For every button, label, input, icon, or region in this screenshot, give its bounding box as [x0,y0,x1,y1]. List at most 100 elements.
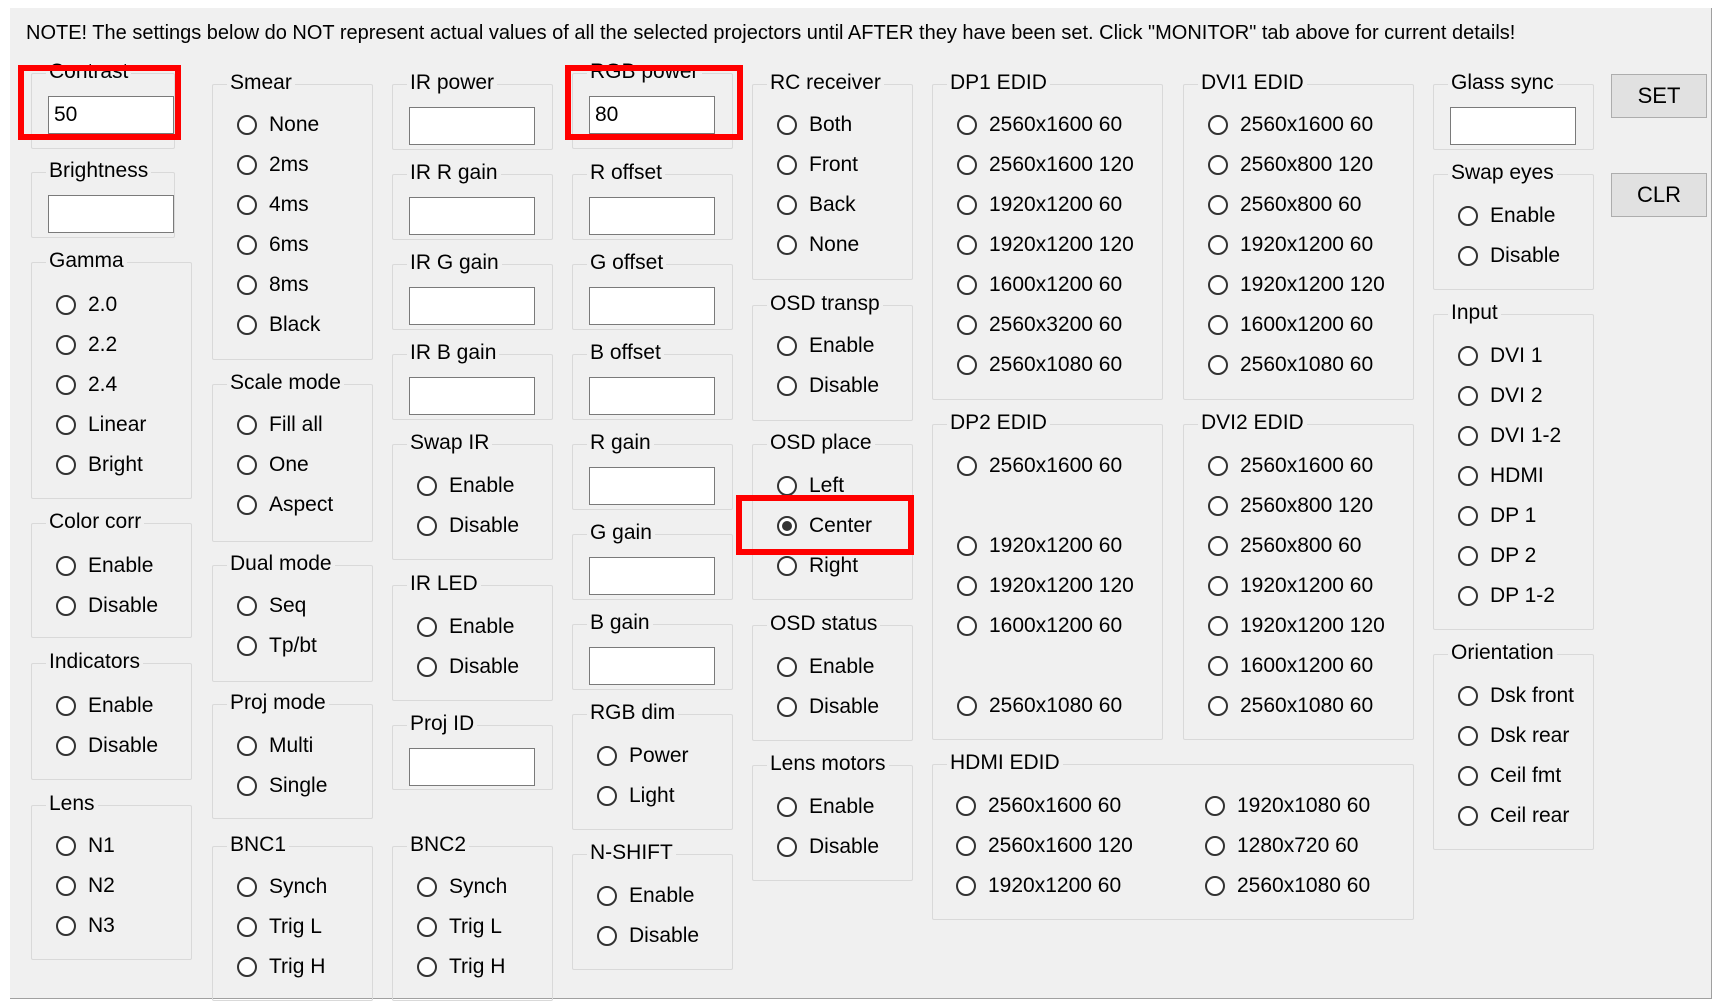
radio-circle-icon[interactable] [956,876,976,896]
radio-circle-icon[interactable] [237,155,257,175]
radio-circle-icon[interactable] [1208,616,1228,636]
radio-circle-icon[interactable] [957,536,977,556]
rc-receiver-option-front[interactable]: Front [777,149,858,181]
dvi2-edid-option-2560x1600-60[interactable]: 2560x1600 60 [1208,450,1373,482]
radio-circle-icon[interactable] [417,657,437,677]
radio-circle-icon[interactable] [1208,115,1228,135]
smear-option-6ms[interactable]: 6ms [237,229,309,261]
set-button[interactable]: SET [1611,74,1707,118]
osd-place-option-center[interactable]: Center [777,510,872,542]
radio-circle-icon[interactable] [1208,315,1228,335]
radio-circle-icon[interactable] [417,957,437,977]
orientation-option-dsk-rear[interactable]: Dsk rear [1458,720,1569,752]
radio-circle-icon[interactable] [1458,426,1478,446]
radio-circle-icon[interactable] [956,836,976,856]
radio-circle-icon[interactable] [1458,726,1478,746]
r-gain-input[interactable] [589,467,715,505]
b-gain-input[interactable] [589,647,715,685]
radio-circle-icon[interactable] [237,636,257,656]
radio-selected-icon[interactable] [777,516,797,536]
osd-transp-option-disable[interactable]: Disable [777,370,879,402]
radio-circle-icon[interactable] [56,455,76,475]
radio-circle-icon[interactable] [957,195,977,215]
dvi1-edid-option-2560x1600-60[interactable]: 2560x1600 60 [1208,109,1373,141]
swap-eyes-option-disable[interactable]: Disable [1458,240,1560,272]
radio-circle-icon[interactable] [957,616,977,636]
radio-circle-icon[interactable] [777,235,797,255]
input-option-dp-2[interactable]: DP 2 [1458,540,1536,572]
dp2-edid-option-2560x1080-60[interactable]: 2560x1080 60 [957,690,1122,722]
radio-circle-icon[interactable] [56,876,76,896]
input-option-dp-1[interactable]: DP 1 [1458,500,1536,532]
radio-circle-icon[interactable] [1208,576,1228,596]
gamma-option-2-4[interactable]: 2.4 [56,369,117,401]
orientation-option-dsk-front[interactable]: Dsk front [1458,680,1574,712]
ir-r-gain-input[interactable] [409,197,535,235]
radio-circle-icon[interactable] [1208,355,1228,375]
radio-circle-icon[interactable] [777,336,797,356]
lens-option-n1[interactable]: N1 [56,830,115,862]
radio-circle-icon[interactable] [777,657,797,677]
radio-circle-icon[interactable] [417,476,437,496]
osd-transp-option-enable[interactable]: Enable [777,330,874,362]
lens-option-n3[interactable]: N3 [56,910,115,942]
osd-place-option-left[interactable]: Left [777,470,844,502]
radio-circle-icon[interactable] [56,295,76,315]
hdmi-edid-option-2560x1600-60[interactable]: 2560x1600 60 [956,790,1121,822]
radio-circle-icon[interactable] [1458,346,1478,366]
color-corr-option-enable[interactable]: Enable [56,550,153,582]
ir-g-gain-input[interactable] [409,287,535,325]
radio-circle-icon[interactable] [956,796,976,816]
radio-circle-icon[interactable] [56,375,76,395]
dp1-edid-option-1920x1200-60[interactable]: 1920x1200 60 [957,189,1122,221]
dvi2-edid-option-2560x1080-60[interactable]: 2560x1080 60 [1208,690,1373,722]
bnc1-option-trig-h[interactable]: Trig H [237,951,325,983]
ir-b-gain-input[interactable] [409,377,535,415]
smear-option-black[interactable]: Black [237,309,320,341]
radio-circle-icon[interactable] [1458,206,1478,226]
scale-mode-option-one[interactable]: One [237,449,309,481]
dual-mode-option-seq[interactable]: Seq [237,590,306,622]
radio-circle-icon[interactable] [777,115,797,135]
gamma-option-2-2[interactable]: 2.2 [56,329,117,361]
hdmi-edid-option-2560x1600-120[interactable]: 2560x1600 120 [956,830,1133,862]
n-shift-option-disable[interactable]: Disable [597,920,699,952]
radio-circle-icon[interactable] [1208,275,1228,295]
clr-button[interactable]: CLR [1611,173,1707,217]
radio-circle-icon[interactable] [597,786,617,806]
radio-circle-icon[interactable] [597,746,617,766]
radio-circle-icon[interactable] [237,776,257,796]
radio-circle-icon[interactable] [1458,246,1478,266]
dvi1-edid-option-1600x1200-60[interactable]: 1600x1200 60 [1208,309,1373,341]
rgb-dim-option-power[interactable]: Power [597,740,689,772]
radio-circle-icon[interactable] [237,415,257,435]
input-option-dp-1-2[interactable]: DP 1-2 [1458,580,1555,612]
radio-circle-icon[interactable] [417,516,437,536]
lens-option-n2[interactable]: N2 [56,870,115,902]
input-option-dvi-2[interactable]: DVI 2 [1458,380,1543,412]
radio-circle-icon[interactable] [777,556,797,576]
radio-circle-icon[interactable] [1458,546,1478,566]
radio-circle-icon[interactable] [237,917,257,937]
radio-circle-icon[interactable] [1205,836,1225,856]
smear-option-none[interactable]: None [237,109,319,141]
smear-option-2ms[interactable]: 2ms [237,149,309,181]
bnc1-option-synch[interactable]: Synch [237,871,327,903]
radio-circle-icon[interactable] [777,697,797,717]
dp2-edid-option-1920x1200-120[interactable]: 1920x1200 120 [957,570,1134,602]
indicators-option-disable[interactable]: Disable [56,730,158,762]
radio-circle-icon[interactable] [56,736,76,756]
osd-status-option-enable[interactable]: Enable [777,651,874,683]
dvi2-edid-option-1600x1200-60[interactable]: 1600x1200 60 [1208,650,1373,682]
radio-circle-icon[interactable] [777,837,797,857]
dvi2-edid-option-2560x800-120[interactable]: 2560x800 120 [1208,490,1373,522]
radio-circle-icon[interactable] [237,736,257,756]
bnc1-option-trig-l[interactable]: Trig L [237,911,322,943]
radio-circle-icon[interactable] [237,957,257,977]
rgb-dim-option-light[interactable]: Light [597,780,675,812]
indicators-option-enable[interactable]: Enable [56,690,153,722]
proj-mode-option-single[interactable]: Single [237,770,327,802]
radio-circle-icon[interactable] [957,275,977,295]
dual-mode-option-tp-bt[interactable]: Tp/bt [237,630,317,662]
gamma-option-linear[interactable]: Linear [56,409,146,441]
